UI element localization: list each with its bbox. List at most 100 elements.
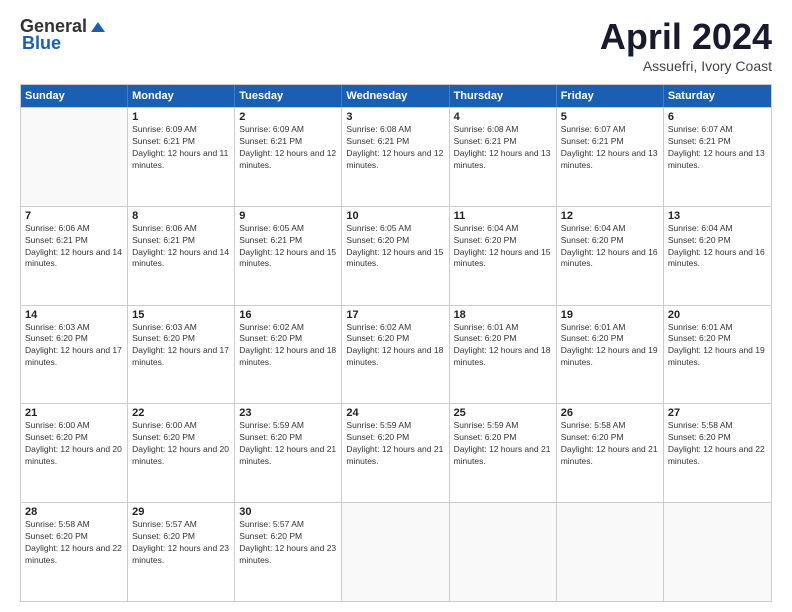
month-title: April 2024: [600, 16, 772, 58]
calendar-cell: 13Sunrise: 6:04 AMSunset: 6:20 PMDayligh…: [664, 207, 771, 305]
title-block: April 2024 Assuefri, Ivory Coast: [600, 16, 772, 74]
calendar-cell: 11Sunrise: 6:04 AMSunset: 6:20 PMDayligh…: [450, 207, 557, 305]
day-number: 8: [132, 210, 230, 222]
day-number: 30: [239, 506, 337, 518]
day-number: 3: [346, 111, 444, 123]
calendar-cell: 12Sunrise: 6:04 AMSunset: 6:20 PMDayligh…: [557, 207, 664, 305]
calendar-cell: 4Sunrise: 6:08 AMSunset: 6:21 PMDaylight…: [450, 108, 557, 206]
day-number: 29: [132, 506, 230, 518]
weekday-header: Wednesday: [342, 85, 449, 107]
day-info: Sunrise: 6:03 AMSunset: 6:20 PMDaylight:…: [132, 322, 230, 370]
day-info: Sunrise: 6:00 AMSunset: 6:20 PMDaylight:…: [25, 420, 123, 468]
calendar-cell: 26Sunrise: 5:58 AMSunset: 6:20 PMDayligh…: [557, 404, 664, 502]
calendar-cell: 19Sunrise: 6:01 AMSunset: 6:20 PMDayligh…: [557, 306, 664, 404]
day-info: Sunrise: 6:02 AMSunset: 6:20 PMDaylight:…: [346, 322, 444, 370]
calendar-cell: 22Sunrise: 6:00 AMSunset: 6:20 PMDayligh…: [128, 404, 235, 502]
day-info: Sunrise: 6:03 AMSunset: 6:20 PMDaylight:…: [25, 322, 123, 370]
day-number: 19: [561, 309, 659, 321]
calendar-header: SundayMondayTuesdayWednesdayThursdayFrid…: [21, 85, 771, 107]
calendar-cell: [342, 503, 449, 601]
day-info: Sunrise: 6:08 AMSunset: 6:21 PMDaylight:…: [454, 124, 552, 172]
day-info: Sunrise: 5:57 AMSunset: 6:20 PMDaylight:…: [239, 519, 337, 567]
day-info: Sunrise: 6:05 AMSunset: 6:20 PMDaylight:…: [346, 223, 444, 271]
calendar-cell: 29Sunrise: 5:57 AMSunset: 6:20 PMDayligh…: [128, 503, 235, 601]
day-number: 1: [132, 111, 230, 123]
calendar-cell: 1Sunrise: 6:09 AMSunset: 6:21 PMDaylight…: [128, 108, 235, 206]
logo-blue-text: Blue: [22, 33, 61, 54]
day-number: 2: [239, 111, 337, 123]
calendar-cell: 5Sunrise: 6:07 AMSunset: 6:21 PMDaylight…: [557, 108, 664, 206]
day-info: Sunrise: 5:57 AMSunset: 6:20 PMDaylight:…: [132, 519, 230, 567]
calendar-row: 28Sunrise: 5:58 AMSunset: 6:20 PMDayligh…: [21, 502, 771, 601]
weekday-header: Saturday: [664, 85, 771, 107]
day-number: 11: [454, 210, 552, 222]
day-number: 14: [25, 309, 123, 321]
calendar-cell: 21Sunrise: 6:00 AMSunset: 6:20 PMDayligh…: [21, 404, 128, 502]
day-number: 26: [561, 407, 659, 419]
page: General Blue April 2024 Assuefri, Ivory …: [0, 0, 792, 612]
calendar-cell: 3Sunrise: 6:08 AMSunset: 6:21 PMDaylight…: [342, 108, 449, 206]
calendar-cell: 16Sunrise: 6:02 AMSunset: 6:20 PMDayligh…: [235, 306, 342, 404]
day-info: Sunrise: 6:06 AMSunset: 6:21 PMDaylight:…: [132, 223, 230, 271]
calendar: SundayMondayTuesdayWednesdayThursdayFrid…: [20, 84, 772, 602]
day-number: 20: [668, 309, 767, 321]
calendar-cell: 24Sunrise: 5:59 AMSunset: 6:20 PMDayligh…: [342, 404, 449, 502]
day-info: Sunrise: 5:59 AMSunset: 6:20 PMDaylight:…: [454, 420, 552, 468]
day-number: 24: [346, 407, 444, 419]
day-info: Sunrise: 6:06 AMSunset: 6:21 PMDaylight:…: [25, 223, 123, 271]
calendar-cell: [21, 108, 128, 206]
calendar-cell: 10Sunrise: 6:05 AMSunset: 6:20 PMDayligh…: [342, 207, 449, 305]
day-info: Sunrise: 6:09 AMSunset: 6:21 PMDaylight:…: [239, 124, 337, 172]
weekday-header: Friday: [557, 85, 664, 107]
weekday-header: Sunday: [21, 85, 128, 107]
day-number: 21: [25, 407, 123, 419]
day-number: 16: [239, 309, 337, 321]
day-info: Sunrise: 6:07 AMSunset: 6:21 PMDaylight:…: [668, 124, 767, 172]
day-info: Sunrise: 6:05 AMSunset: 6:21 PMDaylight:…: [239, 223, 337, 271]
calendar-cell: [557, 503, 664, 601]
header: General Blue April 2024 Assuefri, Ivory …: [20, 16, 772, 74]
calendar-cell: 14Sunrise: 6:03 AMSunset: 6:20 PMDayligh…: [21, 306, 128, 404]
day-info: Sunrise: 5:58 AMSunset: 6:20 PMDaylight:…: [668, 420, 767, 468]
calendar-cell: 25Sunrise: 5:59 AMSunset: 6:20 PMDayligh…: [450, 404, 557, 502]
day-info: Sunrise: 6:04 AMSunset: 6:20 PMDaylight:…: [454, 223, 552, 271]
day-info: Sunrise: 5:59 AMSunset: 6:20 PMDaylight:…: [239, 420, 337, 468]
day-number: 22: [132, 407, 230, 419]
day-number: 15: [132, 309, 230, 321]
day-info: Sunrise: 6:07 AMSunset: 6:21 PMDaylight:…: [561, 124, 659, 172]
logo: General Blue: [20, 16, 107, 54]
day-number: 27: [668, 407, 767, 419]
location: Assuefri, Ivory Coast: [600, 58, 772, 74]
day-info: Sunrise: 6:00 AMSunset: 6:20 PMDaylight:…: [132, 420, 230, 468]
calendar-cell: 9Sunrise: 6:05 AMSunset: 6:21 PMDaylight…: [235, 207, 342, 305]
logo-arrow-icon: [89, 18, 107, 36]
day-number: 23: [239, 407, 337, 419]
day-info: Sunrise: 6:09 AMSunset: 6:21 PMDaylight:…: [132, 124, 230, 172]
calendar-cell: 8Sunrise: 6:06 AMSunset: 6:21 PMDaylight…: [128, 207, 235, 305]
calendar-cell: 2Sunrise: 6:09 AMSunset: 6:21 PMDaylight…: [235, 108, 342, 206]
calendar-body: 1Sunrise: 6:09 AMSunset: 6:21 PMDaylight…: [21, 107, 771, 601]
day-number: 9: [239, 210, 337, 222]
day-number: 6: [668, 111, 767, 123]
calendar-cell: 18Sunrise: 6:01 AMSunset: 6:20 PMDayligh…: [450, 306, 557, 404]
day-number: 7: [25, 210, 123, 222]
day-info: Sunrise: 5:58 AMSunset: 6:20 PMDaylight:…: [25, 519, 123, 567]
calendar-cell: 6Sunrise: 6:07 AMSunset: 6:21 PMDaylight…: [664, 108, 771, 206]
calendar-cell: 28Sunrise: 5:58 AMSunset: 6:20 PMDayligh…: [21, 503, 128, 601]
day-number: 12: [561, 210, 659, 222]
calendar-cell: [664, 503, 771, 601]
calendar-cell: [450, 503, 557, 601]
day-info: Sunrise: 6:01 AMSunset: 6:20 PMDaylight:…: [561, 322, 659, 370]
weekday-header: Thursday: [450, 85, 557, 107]
calendar-row: 21Sunrise: 6:00 AMSunset: 6:20 PMDayligh…: [21, 403, 771, 502]
calendar-cell: 23Sunrise: 5:59 AMSunset: 6:20 PMDayligh…: [235, 404, 342, 502]
day-number: 18: [454, 309, 552, 321]
day-info: Sunrise: 6:02 AMSunset: 6:20 PMDaylight:…: [239, 322, 337, 370]
day-info: Sunrise: 6:01 AMSunset: 6:20 PMDaylight:…: [454, 322, 552, 370]
weekday-header: Monday: [128, 85, 235, 107]
day-number: 4: [454, 111, 552, 123]
day-number: 13: [668, 210, 767, 222]
day-info: Sunrise: 6:04 AMSunset: 6:20 PMDaylight:…: [561, 223, 659, 271]
day-number: 28: [25, 506, 123, 518]
calendar-cell: 20Sunrise: 6:01 AMSunset: 6:20 PMDayligh…: [664, 306, 771, 404]
